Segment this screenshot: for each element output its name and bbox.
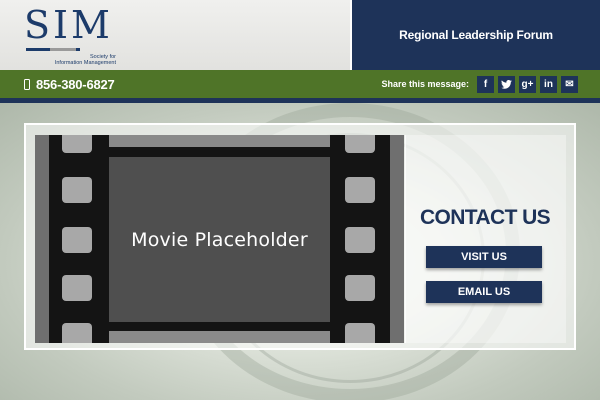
contact-panel	[405, 135, 566, 343]
film-hole	[345, 177, 375, 203]
phone-link[interactable]: 856-380-6827	[24, 75, 115, 93]
film-hole	[62, 227, 92, 253]
logo-rule	[26, 48, 80, 51]
film-hole	[345, 135, 375, 153]
logo-letters: SIM	[24, 3, 113, 47]
twitter-icon[interactable]	[498, 75, 515, 93]
site-header: SIM Society for Information Management R…	[0, 0, 600, 70]
film-strip-top	[109, 135, 330, 147]
share-bar: Share this message: f g+ in ✉	[381, 74, 578, 94]
film-hole	[62, 177, 92, 203]
logo-area: SIM Society for Information Management	[0, 0, 350, 70]
share-label: Share this message:	[381, 79, 469, 89]
contact-heading: CONTACT US	[419, 206, 551, 229]
sim-logo[interactable]: SIM Society for Information Management	[24, 4, 116, 66]
film-hole	[62, 275, 92, 301]
film-hole	[62, 323, 92, 343]
email-us-button[interactable]: EMAIL US	[426, 281, 542, 303]
header-title-area: Regional Leadership Forum	[350, 0, 600, 70]
video-player[interactable]: Movie Placeholder	[35, 135, 404, 343]
film-edge-left	[35, 135, 49, 343]
logo-tagline-line2: Information Management	[54, 60, 116, 66]
email-icon[interactable]: ✉	[561, 75, 578, 93]
linkedin-icon[interactable]: in	[540, 75, 557, 93]
google-plus-icon[interactable]: g+	[519, 75, 536, 93]
film-hole	[62, 135, 92, 153]
film-hole	[345, 323, 375, 343]
phone-number: 856-380-6827	[36, 76, 115, 92]
film-edge-right	[390, 135, 404, 343]
video-placeholder-label: Movie Placeholder	[131, 228, 308, 251]
visit-us-button[interactable]: VISIT US	[426, 246, 542, 268]
film-hole	[345, 227, 375, 253]
facebook-icon[interactable]: f	[477, 75, 494, 93]
phone-icon	[24, 78, 30, 90]
film-strip-bottom	[109, 331, 330, 343]
film-hole	[345, 275, 375, 301]
video-frame[interactable]: Movie Placeholder	[109, 157, 330, 322]
page-title: Regional Leadership Forum	[399, 28, 553, 42]
